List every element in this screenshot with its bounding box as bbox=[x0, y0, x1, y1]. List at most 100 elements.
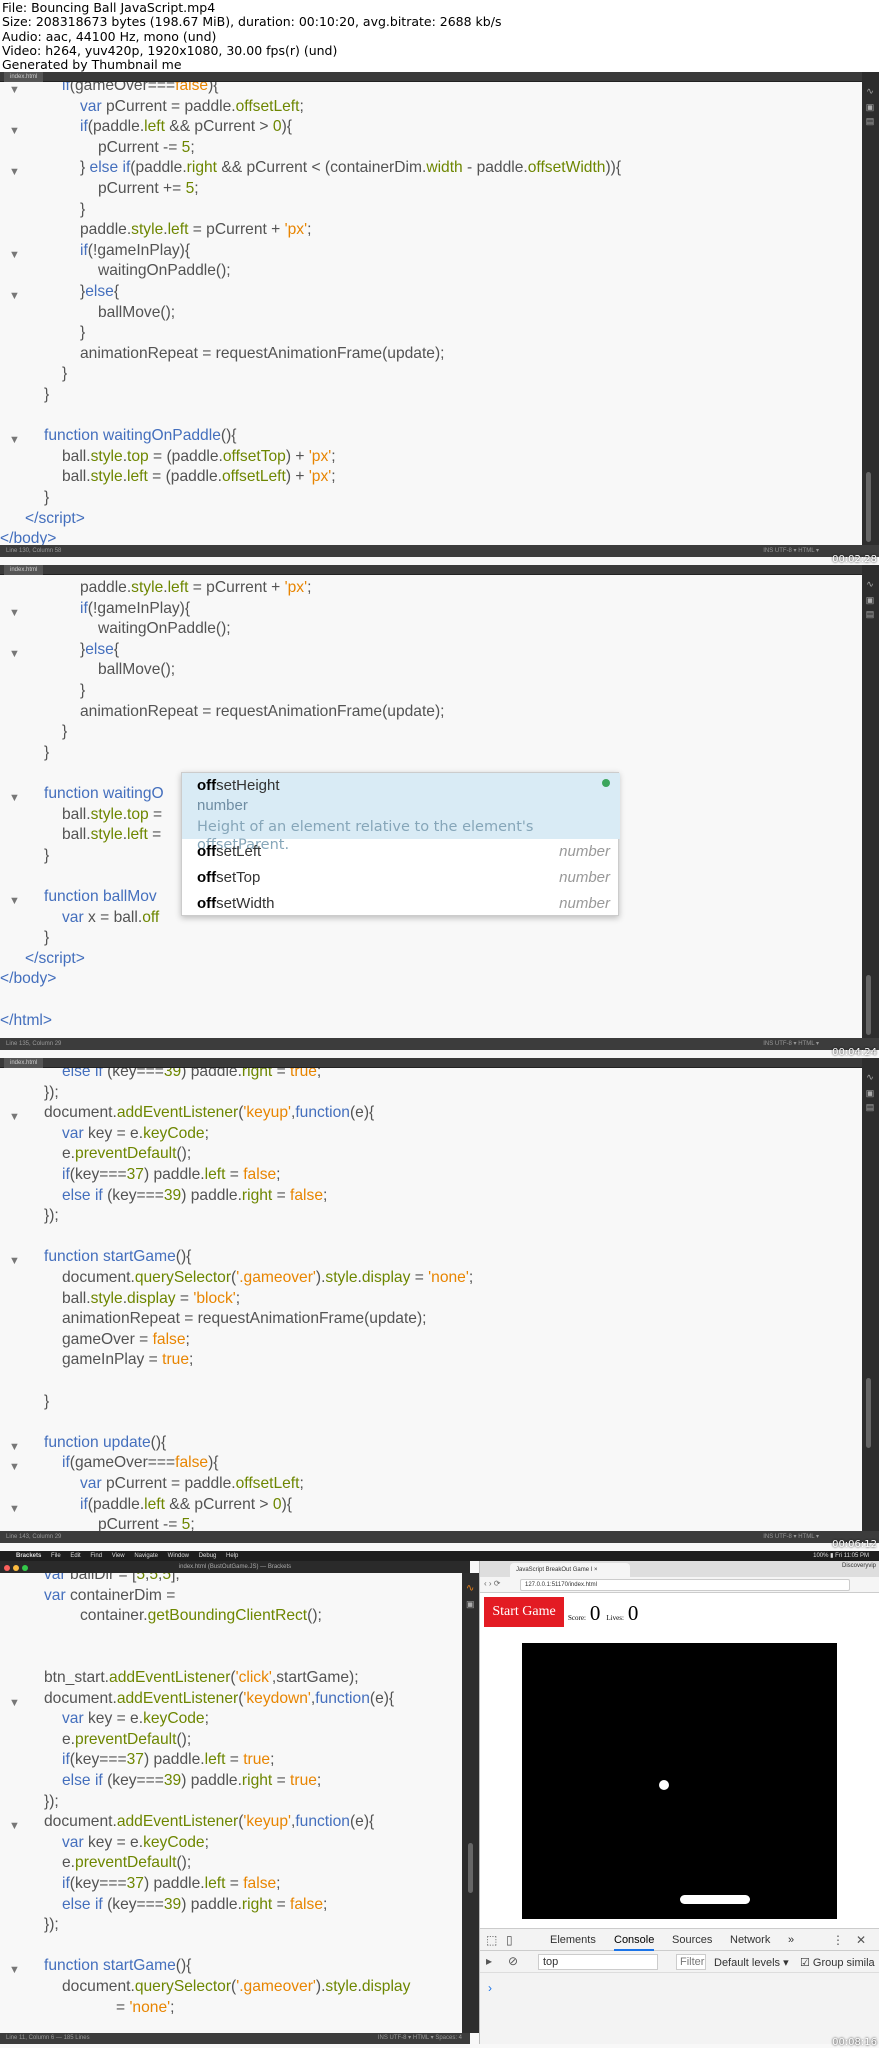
code-line[interactable]: ▼ if(!gameInPlay){ bbox=[0, 241, 862, 262]
status-right[interactable]: INS UTF-8 ▾ HTML ▾ bbox=[763, 1038, 819, 1050]
live-preview-icon[interactable]: ∿ bbox=[865, 86, 875, 96]
gutter-icon[interactable]: ▤ bbox=[865, 1102, 875, 1112]
code-line[interactable]: </script> bbox=[0, 509, 862, 530]
scrollbar-thumb[interactable] bbox=[866, 1378, 871, 1448]
close-icon[interactable] bbox=[4, 1565, 10, 1571]
menu-navigate[interactable]: Navigate bbox=[134, 1553, 158, 1559]
status-right[interactable]: INS UTF-8 ▾ HTML ▾ bbox=[763, 1531, 819, 1543]
code-line[interactable]: ball.style.display = 'block'; bbox=[0, 1289, 862, 1310]
code-line[interactable]: } bbox=[0, 200, 862, 221]
code-line[interactable]: } bbox=[0, 488, 862, 509]
hint-item[interactable]: offsetLeft number bbox=[182, 839, 620, 865]
code-line[interactable]: container.getBoundingClientRect(); bbox=[0, 1606, 462, 1627]
start-game-button[interactable]: Start Game bbox=[484, 1597, 564, 1627]
code-line[interactable]: </script> bbox=[0, 949, 862, 970]
code-line[interactable]: ballMove(); bbox=[0, 303, 862, 324]
code-line[interactable]: var containerDim = bbox=[0, 1586, 462, 1607]
code-line[interactable] bbox=[0, 406, 862, 427]
code-line[interactable]: = 'none'; bbox=[0, 1998, 462, 2019]
clear-console-icon[interactable]: ⊘ bbox=[508, 1954, 518, 1968]
code-line[interactable]: }); bbox=[0, 1083, 862, 1104]
code-line[interactable]: </body> bbox=[0, 529, 862, 545]
code-line[interactable]: var pCurrent = paddle.offsetLeft; bbox=[0, 1474, 862, 1495]
code-line[interactable]: if(key===37) paddle.left = false; bbox=[0, 1165, 862, 1186]
menu-file[interactable]: File bbox=[51, 1553, 61, 1559]
code-line[interactable]: btn_start.addEventListener('click',start… bbox=[0, 1668, 462, 1689]
code-line[interactable] bbox=[0, 1936, 462, 1957]
code-line[interactable]: gameOver = false; bbox=[0, 1330, 862, 1351]
menu-help[interactable]: Help bbox=[226, 1553, 238, 1559]
nav-buttons[interactable]: ‹ › ⟳ bbox=[484, 1579, 500, 1588]
profile-name[interactable]: Discoveryvip bbox=[842, 1563, 876, 1569]
code-area[interactable]: else if (key===39) paddle.right = true;}… bbox=[0, 1068, 862, 1531]
code-line[interactable]: paddle.style.left = pCurrent + 'px'; bbox=[0, 578, 862, 599]
code-line[interactable]: else if (key===39) paddle.right = true; bbox=[0, 1771, 462, 1792]
status-right[interactable]: INS UTF-8 ▾ HTML ▾ bbox=[763, 545, 819, 557]
log-levels-dropdown[interactable]: Default levels ▾ bbox=[714, 1956, 789, 1969]
code-line[interactable]: waitingOnPaddle(); bbox=[0, 619, 862, 640]
minimize-icon[interactable] bbox=[13, 1565, 19, 1571]
code-line[interactable]: animationRepeat = requestAnimationFrame(… bbox=[0, 1309, 862, 1330]
game-container[interactable] bbox=[522, 1643, 837, 1919]
extensions-icon[interactable]: ▣ bbox=[466, 1599, 475, 1610]
gutter-icon[interactable]: ▤ bbox=[865, 116, 875, 126]
scrollbar-thumb[interactable] bbox=[468, 1843, 473, 1893]
code-line[interactable]: ▼ if(!gameInPlay){ bbox=[0, 599, 862, 620]
code-line[interactable]: </html> bbox=[0, 1011, 862, 1032]
code-line[interactable]: ▼ if(gameOver===false){ bbox=[0, 82, 862, 97]
tab-network[interactable]: Network bbox=[730, 1934, 770, 1946]
live-preview-icon[interactable]: ∿ bbox=[865, 579, 875, 589]
code-line[interactable]: animationRepeat = requestAnimationFrame(… bbox=[0, 702, 862, 723]
code-line[interactable]: animationRepeat = requestAnimationFrame(… bbox=[0, 344, 862, 365]
code-line[interactable]: var ballDir = [5,5,5]; bbox=[0, 1573, 462, 1586]
code-line[interactable]: var key = e.keyCode; bbox=[0, 1709, 462, 1730]
code-line[interactable]: paddle.style.left = pCurrent + 'px'; bbox=[0, 220, 862, 241]
code-line[interactable]: ▼ if(paddle.left && pCurrent > 0){ bbox=[0, 1495, 862, 1516]
extensions-icon[interactable]: ▣ bbox=[865, 1088, 875, 1098]
tab-elements[interactable]: Elements bbox=[550, 1934, 596, 1946]
code-line[interactable]: } bbox=[0, 1392, 862, 1413]
inspect-icon[interactable]: ⬚ bbox=[486, 1933, 497, 1947]
code-line[interactable]: e.preventDefault(); bbox=[0, 1730, 462, 1751]
more-tabs-icon[interactable]: » bbox=[788, 1934, 794, 1946]
code-line[interactable] bbox=[0, 990, 862, 1011]
code-line[interactable]: if(key===37) paddle.left = true; bbox=[0, 1750, 462, 1771]
code-line[interactable]: } bbox=[0, 364, 862, 385]
code-line[interactable]: if(key===37) paddle.left = false; bbox=[0, 1874, 462, 1895]
code-line[interactable]: else if (key===39) paddle.right = true; bbox=[0, 1068, 862, 1083]
extensions-icon[interactable]: ▣ bbox=[865, 102, 875, 112]
code-line[interactable]: var pCurrent = paddle.offsetLeft; bbox=[0, 97, 862, 118]
tab-console[interactable]: Console bbox=[614, 1934, 655, 1951]
code-line[interactable]: }); bbox=[0, 1915, 462, 1936]
filter-input[interactable]: Filter bbox=[676, 1954, 706, 1970]
app-menu[interactable]: Brackets bbox=[16, 1553, 41, 1559]
code-line[interactable]: }); bbox=[0, 1206, 862, 1227]
close-devtools-icon[interactable]: ✕ bbox=[856, 1933, 866, 1947]
sidebar-toggle-icon[interactable]: ▸ bbox=[486, 1954, 492, 1968]
file-tab[interactable]: index.html bbox=[4, 565, 44, 575]
code-line[interactable]: ▼ document.addEventListener('keyup',funct… bbox=[0, 1812, 462, 1833]
hint-item[interactable]: offsetTop number bbox=[182, 865, 620, 891]
code-line[interactable]: ▼ function startGame(){ bbox=[0, 1956, 462, 1977]
code-line[interactable]: ▼}else{ bbox=[0, 282, 862, 303]
code-line[interactable]: pCurrent -= 5; bbox=[0, 138, 862, 159]
tab-sources[interactable]: Sources bbox=[672, 1934, 712, 1946]
code-line[interactable]: ▼ function startGame(){ bbox=[0, 1247, 862, 1268]
code-line[interactable]: ▼ function waitingOnPaddle(){ bbox=[0, 426, 862, 447]
code-line[interactable]: </body> bbox=[0, 969, 862, 990]
code-line[interactable]: pCurrent -= 5; bbox=[0, 1515, 862, 1531]
code-line[interactable]: ▼ if(paddle.left && pCurrent > 0){ bbox=[0, 117, 862, 138]
code-line[interactable] bbox=[0, 1647, 462, 1668]
code-line[interactable] bbox=[0, 1371, 862, 1392]
file-tab[interactable]: index.html bbox=[4, 1058, 44, 1068]
menu-debug[interactable]: Debug bbox=[199, 1553, 217, 1559]
code-line[interactable]: else if (key===39) paddle.right = false; bbox=[0, 1895, 462, 1916]
code-area[interactable]: var ballDir = [5,5,5]; var containerDim =… bbox=[0, 1573, 462, 2033]
code-line[interactable]: ▼ document.addEventListener('keydown',fun… bbox=[0, 1689, 462, 1710]
kebab-menu-icon[interactable]: ⋮ bbox=[832, 1933, 844, 1947]
code-line[interactable]: e.preventDefault(); bbox=[0, 1144, 862, 1165]
live-preview-icon[interactable]: ∿ bbox=[466, 1583, 474, 1594]
code-line[interactable]: ballMove(); bbox=[0, 660, 862, 681]
code-line[interactable]: }); bbox=[0, 1792, 462, 1813]
code-line[interactable]: } bbox=[0, 323, 862, 344]
